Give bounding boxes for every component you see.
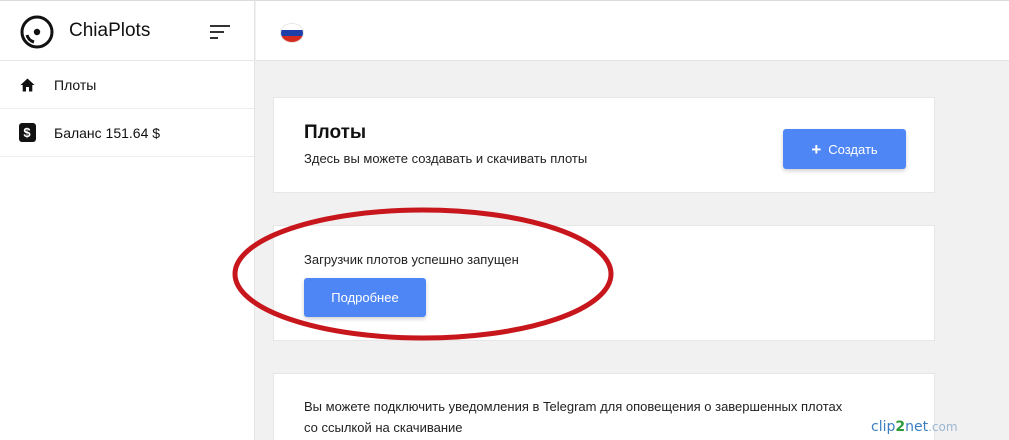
plus-icon: + bbox=[811, 139, 822, 159]
plots-card: Плоты Здесь вы можете создавать и скачив… bbox=[273, 97, 935, 193]
sidebar-item-label: Плоты bbox=[54, 76, 97, 93]
watermark-net: net bbox=[905, 419, 929, 435]
app-name: ChiaPlots bbox=[69, 20, 151, 41]
sidebar: ChiaPlots Плоты $ Баланс 151.64 $ bbox=[0, 1, 255, 440]
sidebar-item-plots[interactable]: Плоты bbox=[0, 61, 254, 109]
details-button[interactable]: Подробнее bbox=[304, 278, 426, 317]
logo-icon bbox=[20, 15, 54, 49]
brand: ChiaPlots bbox=[0, 1, 254, 61]
top-header bbox=[256, 1, 1009, 61]
home-icon bbox=[18, 76, 36, 94]
russia-flag-icon[interactable] bbox=[281, 24, 303, 42]
sidebar-item-balance[interactable]: $ Баланс 151.64 $ bbox=[0, 109, 254, 157]
sidebar-item-label: Баланс 151.64 $ bbox=[54, 124, 161, 141]
telegram-notice-line1: Вы можете подключить уведомления в Teleg… bbox=[304, 399, 843, 414]
page-title: Плоты bbox=[304, 122, 367, 143]
telegram-notice-line2: со ссылкой на скачивание bbox=[304, 420, 463, 435]
create-button-label: Создать bbox=[828, 141, 878, 157]
watermark-logo: clip2net.com bbox=[871, 419, 958, 435]
status-card: Загрузчик плотов успешно запущен Подробн… bbox=[273, 225, 935, 341]
dollar-icon: $ bbox=[18, 123, 36, 142]
telegram-notice: Вы можете подключить уведомления в Teleg… bbox=[304, 396, 914, 438]
watermark-two: 2 bbox=[895, 419, 906, 435]
create-button[interactable]: + Создать bbox=[783, 129, 906, 169]
menu-sort-icon[interactable] bbox=[210, 24, 230, 40]
telegram-card: Вы можете подключить уведомления в Teleg… bbox=[273, 373, 935, 440]
status-message: Загрузчик плотов успешно запущен bbox=[304, 252, 519, 267]
watermark-com: .com bbox=[928, 420, 958, 434]
page-subtitle: Здесь вы можете создавать и скачивать пл… bbox=[304, 151, 588, 166]
watermark-clip: clip bbox=[871, 419, 896, 435]
